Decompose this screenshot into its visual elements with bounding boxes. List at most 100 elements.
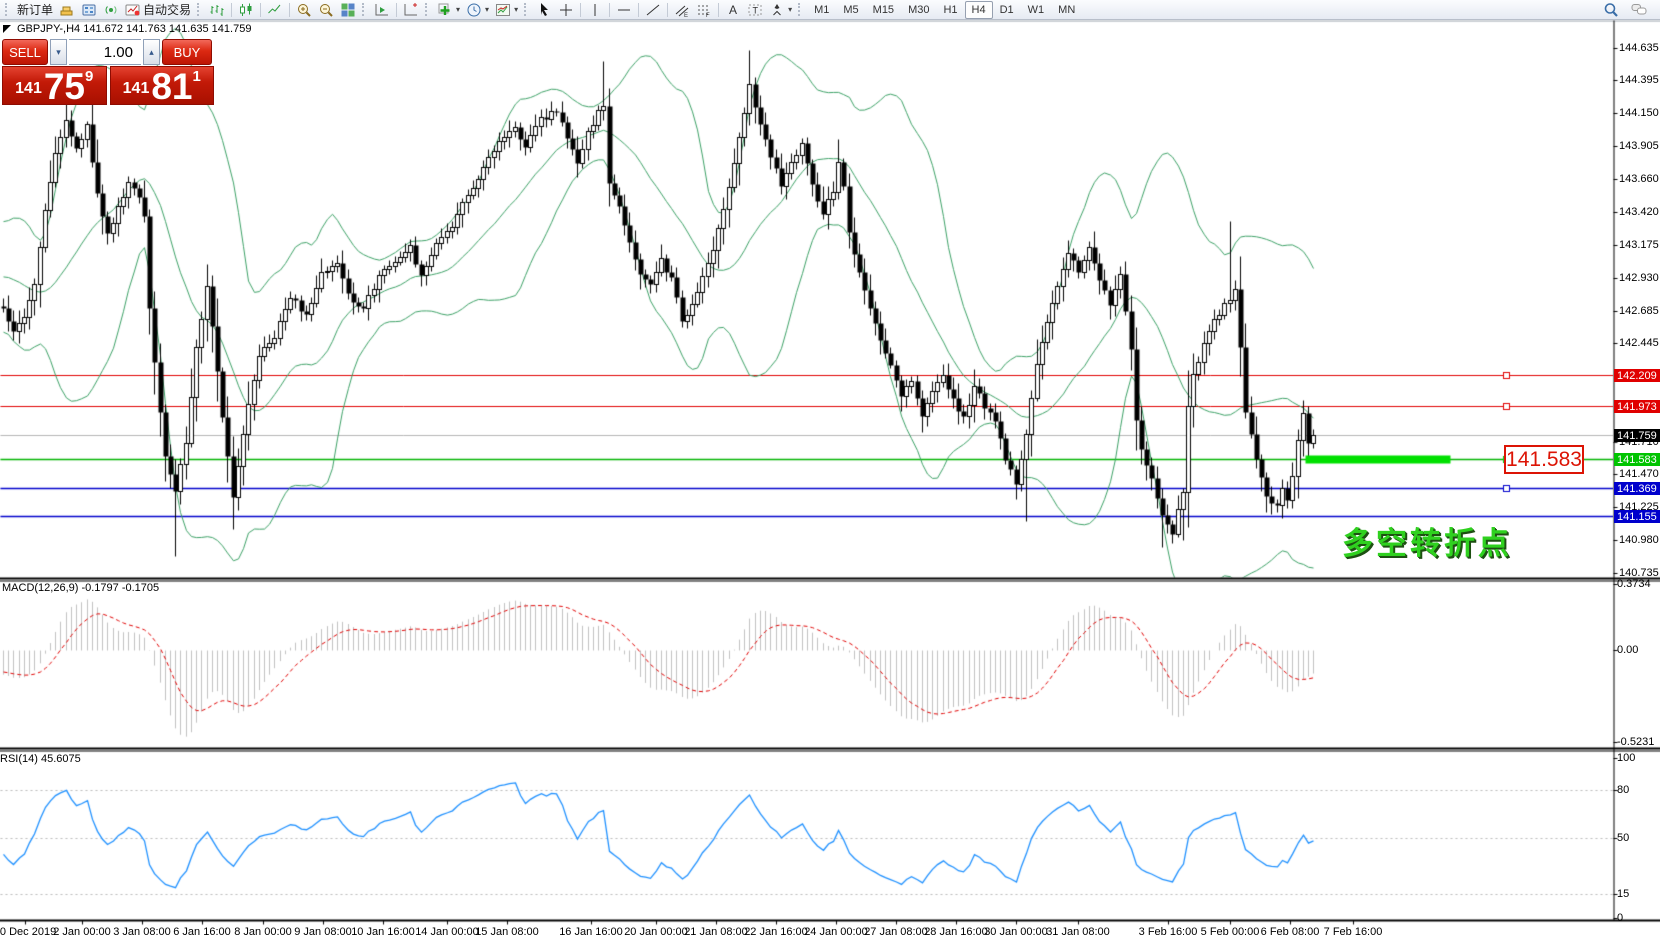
search-icon [1603,2,1619,18]
chevron-down-icon: ▾ [514,5,518,14]
toolbar-separator [289,3,290,17]
tf-d1[interactable]: D1 [993,1,1021,19]
candle-chart-button[interactable] [235,1,257,19]
autotrading-button[interactable]: 自动交易 [122,1,194,19]
toolbar-grip [524,3,529,16]
cursor-button[interactable] [533,1,555,19]
tiles-icon [340,2,356,18]
svg-text:A: A [729,3,737,17]
tf-m5[interactable]: M5 [836,1,865,19]
tf-mn[interactable]: MN [1051,1,1082,19]
templates-button[interactable]: ▾ [492,1,521,19]
indicators-button[interactable]: ▾ [434,1,463,19]
line-chart-button[interactable] [264,1,286,19]
svg-text:F: F [706,13,710,18]
chart-marker-icon [3,25,11,33]
chat-button[interactable] [1628,1,1650,19]
chartplay-icon [374,2,390,18]
toolbar-grip [362,3,367,16]
new-order-button[interactable]: 新订单 [14,1,56,19]
autotrading-button-label: 自动交易 [143,1,191,18]
toolbar-separator [718,3,719,17]
gold-button[interactable] [56,1,78,19]
svg-text:T: T [753,5,759,15]
clock-icon [466,2,482,18]
toolbar-grip [5,3,10,16]
volume-increase-button[interactable]: ▴ [143,39,160,65]
one-click-trading-panel: SELL ▾ 1.00 ▴ BUY 141 75 9 141 81 1 [2,39,214,105]
linechart-icon [267,2,283,18]
trendline-icon [645,2,661,18]
sell-big-figure: 141 [15,80,42,98]
autotrading-icon [125,2,141,18]
bars-icon [209,2,225,18]
toolbar-separator [231,3,232,17]
tf-h1[interactable]: H1 [936,1,964,19]
gold-icon [59,2,75,18]
auto-scroll-button[interactable] [371,1,393,19]
chevron-down-icon: ▾ [788,5,792,14]
zoom-out-button[interactable] [315,1,337,19]
toolbar-separator [638,3,639,17]
bar-chart-button[interactable] [206,1,228,19]
hline-icon [616,2,632,18]
tf-m30[interactable]: M30 [901,1,936,19]
toolbar-grip [798,3,803,16]
tile-windows-button[interactable] [337,1,359,19]
svg-text:E: E [684,13,688,18]
zoom-in-button[interactable] [293,1,315,19]
chevron-down-icon: ▾ [485,5,489,14]
text-icon: A [725,2,741,18]
text-button[interactable]: A [722,1,744,19]
chart-canvas[interactable] [0,0,1660,940]
broadcast-icon [103,2,119,18]
sell-pipette: 9 [85,68,93,85]
toolbar-grip [197,3,202,16]
candles-icon [238,2,254,18]
new-order-button-label: 新订单 [17,1,53,18]
sell-button[interactable]: SELL [2,39,48,65]
horizontal-line-button[interactable] [613,1,635,19]
buy-button[interactable]: BUY [162,39,212,65]
fibonacci-button[interactable]: F [693,1,715,19]
channel-button[interactable]: E [671,1,693,19]
crosshair-button[interactable] [555,1,577,19]
label-icon: T [747,2,763,18]
buy-price-button[interactable]: 141 81 1 [110,66,215,105]
tf-h4[interactable]: H4 [965,1,993,19]
sell-pips: 75 [44,72,85,102]
rsi-label: RSI(14) 45.6075 [0,753,81,765]
tf-m1[interactable]: M1 [807,1,836,19]
cursor-icon [536,2,552,18]
annotation-text: 多空转折点 [1342,518,1512,563]
level-price-label: 141.583 [1504,445,1584,474]
label-button[interactable]: T [744,1,766,19]
market-icon [81,2,97,18]
symbol-ohlc-text: GBPJPY-,H4 141.672 141.763 141.635 141.7… [17,23,251,35]
buy-pipette: 1 [193,68,201,85]
toolbar-separator [667,3,668,17]
symbol-info: GBPJPY-,H4 141.672 141.763 141.635 141.7… [3,23,251,35]
market-watch-button[interactable] [78,1,100,19]
volume-input[interactable]: 1.00 [69,39,141,65]
tf-w1[interactable]: W1 [1021,1,1052,19]
sell-price-button[interactable]: 141 75 9 [2,66,107,105]
trendline-button[interactable] [642,1,664,19]
chevron-down-icon: ▾ [456,5,460,14]
tf-m15[interactable]: M15 [866,1,901,19]
crosshair-icon [558,2,574,18]
arrows-button[interactable]: ▾ [766,1,795,19]
periods-button[interactable]: ▾ [463,1,492,19]
chart-shift-button[interactable] [400,1,422,19]
zoomin-icon [296,2,312,18]
toolbar-separator [396,3,397,17]
volume-decrease-button[interactable]: ▾ [50,39,67,65]
toolbar-grip [425,3,430,16]
search-button[interactable] [1600,1,1622,19]
toolbar: 新订单 自动交易 ▾ ▾ ▾ E F A T ▾ M1M5M15M30H1H4D1W1MN [0,0,1660,20]
arrow-down-icon: ▾ [56,47,61,58]
broadcast-button[interactable] [100,1,122,19]
toolbar-separator [260,3,261,17]
fibo-icon: F [696,2,712,18]
vertical-line-button[interactable] [584,1,606,19]
